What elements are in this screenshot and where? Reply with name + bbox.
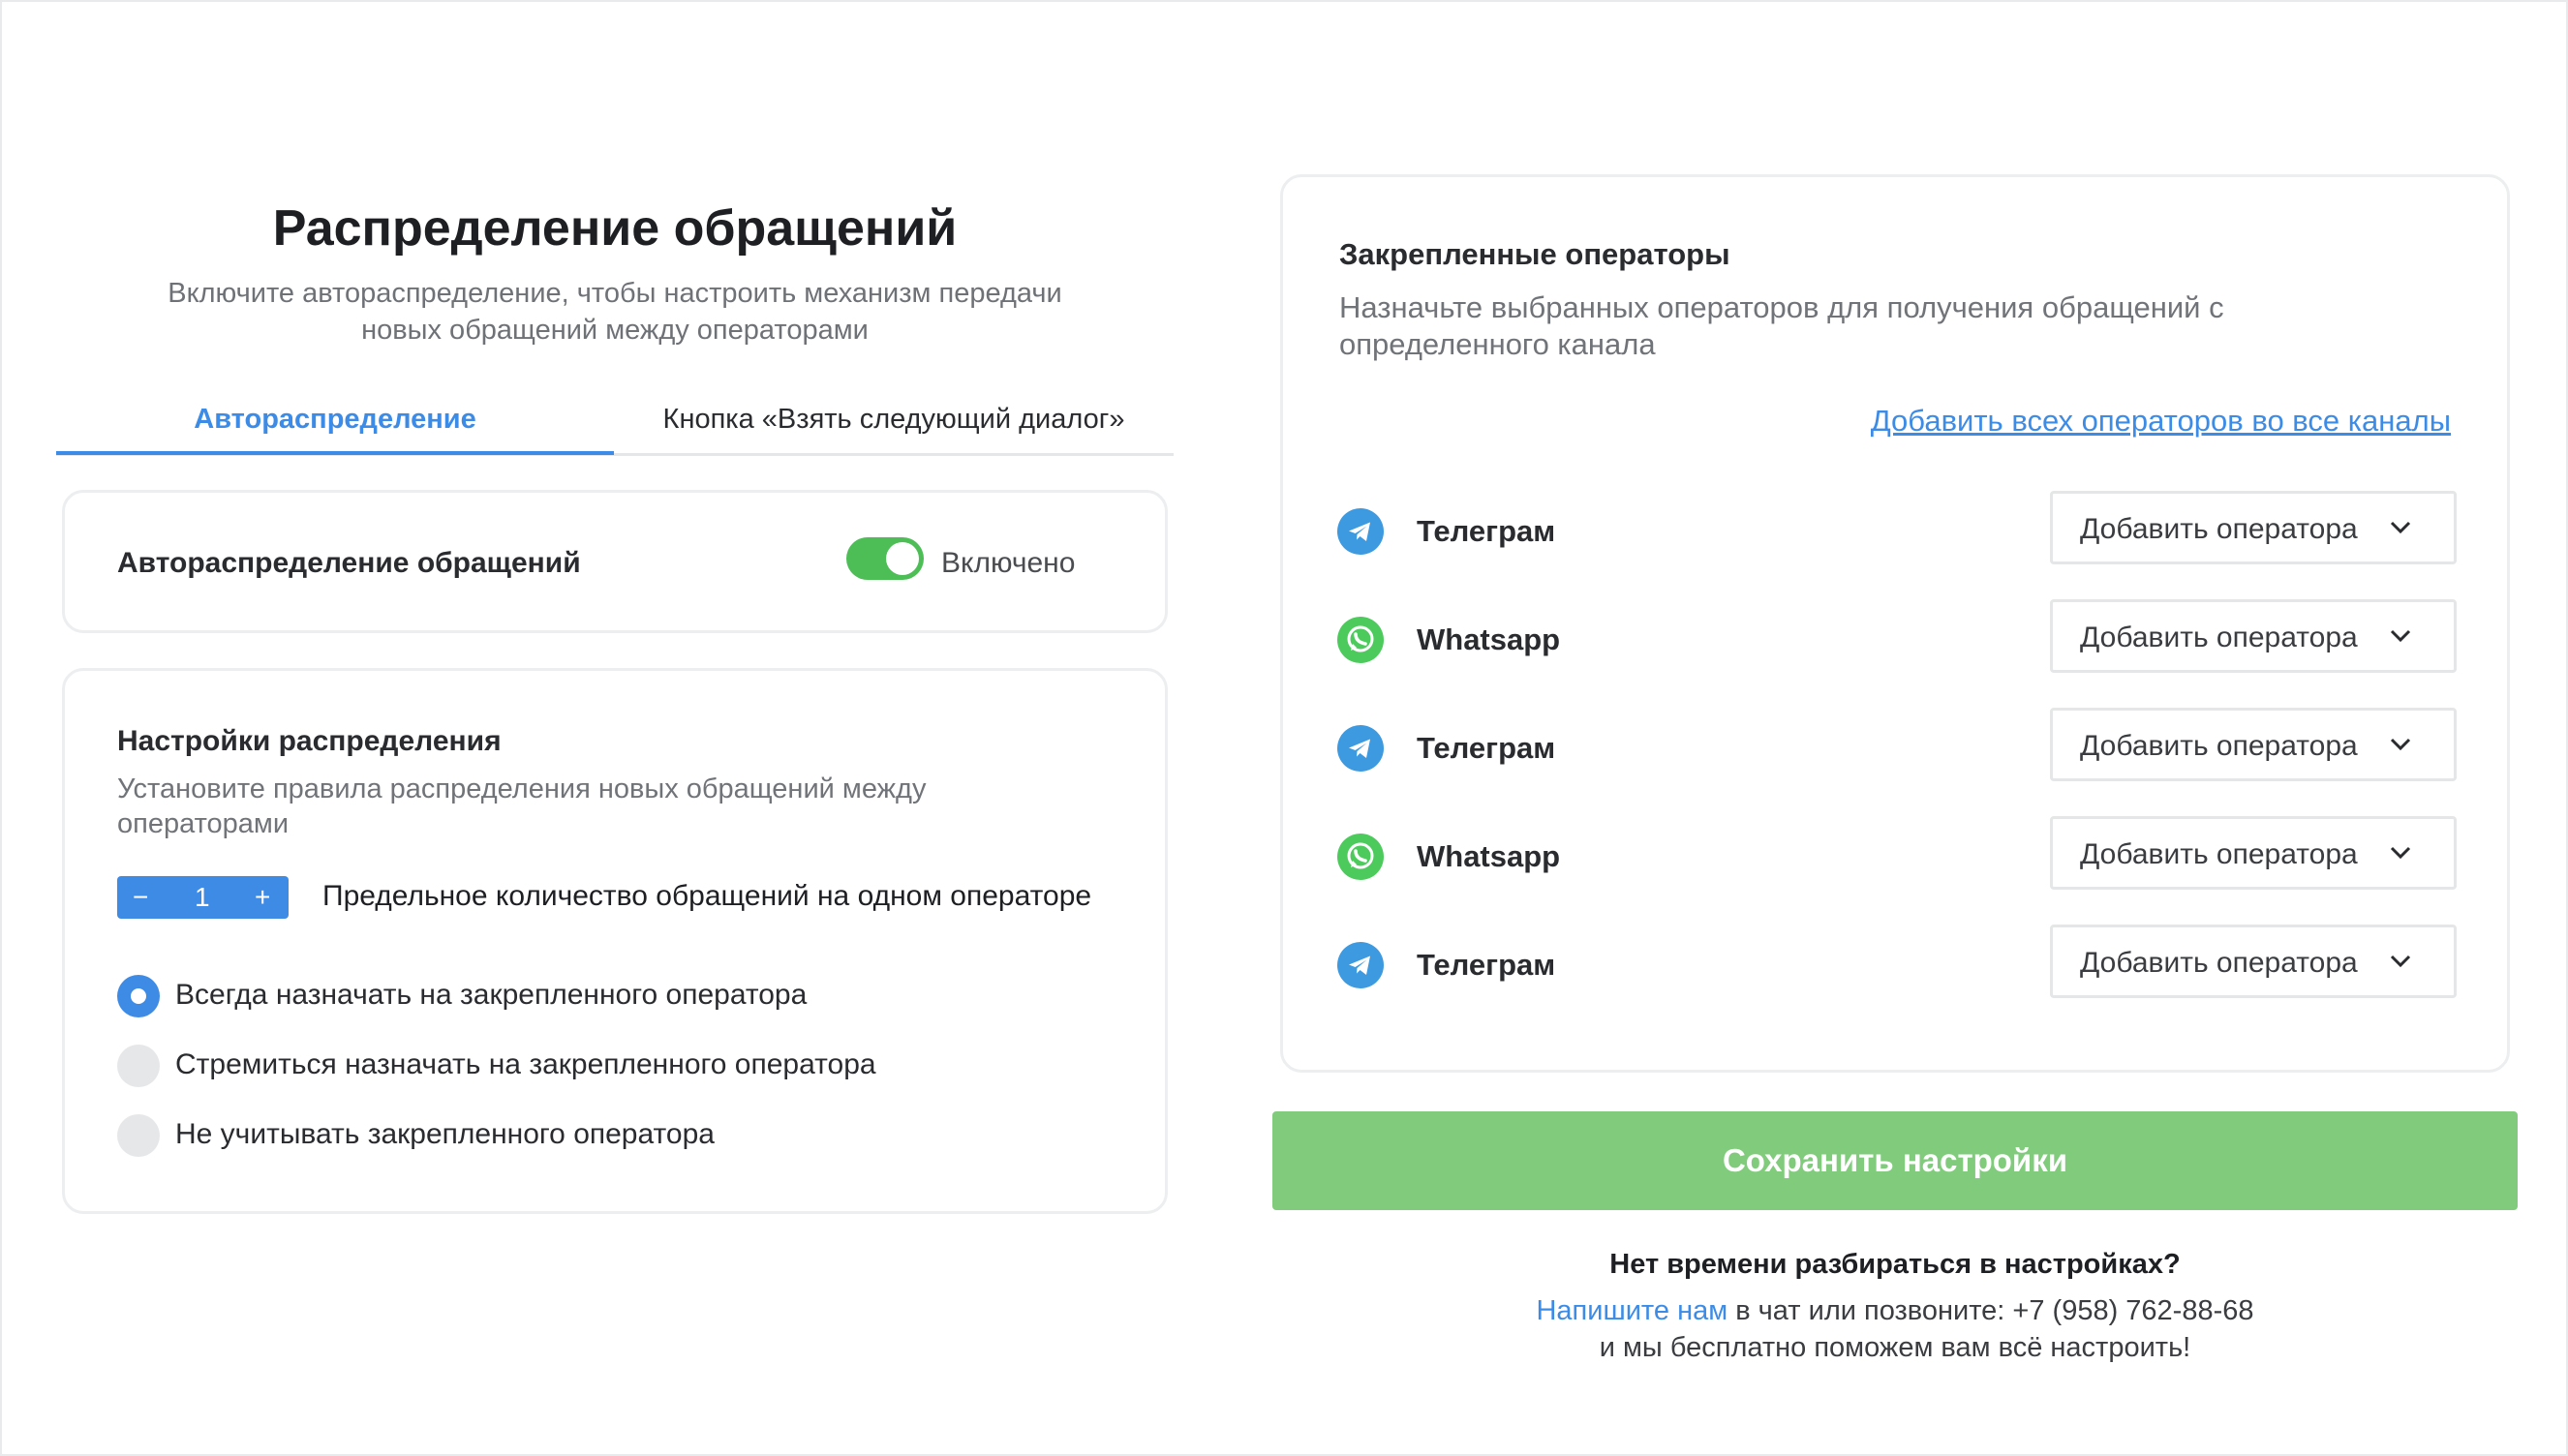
pinned-operators-description: Назначьте выбранных операторов для получ…: [1339, 289, 2404, 363]
limit-stepper: − 1 +: [117, 876, 289, 919]
page-title: Распределение обращений: [272, 200, 958, 257]
pinned-description-line-2: определенного канала: [1339, 327, 1656, 361]
help-title: Нет времени разбираться в настройках?: [1609, 1249, 2181, 1280]
channel-name: Телеграм: [1417, 948, 1556, 982]
add-operator-select-label: Добавить оператора: [2080, 622, 2358, 653]
radio-button[interactable]: [117, 1045, 160, 1087]
telegram-icon: [1337, 725, 1384, 772]
pinned-operators-title: Закрепленные операторы: [1339, 237, 1730, 271]
radio-option-label: Стремиться назначать на закрепленного оп…: [175, 1048, 876, 1080]
stepper-plus-button[interactable]: +: [255, 876, 270, 919]
help-line-2: и мы бесплатно поможем вам всё настроить…: [1599, 1332, 2191, 1363]
channel-name: Телеграм: [1417, 514, 1556, 548]
add-operator-select[interactable]: Добавить оператора: [2050, 599, 2457, 673]
pinned-operators-card: Закрепленные операторы Назначьте выбранн…: [1280, 174, 2510, 1073]
chevron-down-icon: [2390, 629, 2411, 643]
distribution-settings-card: Настройки распределения Установите прави…: [62, 668, 1168, 1214]
autodistribution-toggle[interactable]: [846, 537, 924, 580]
toggle-knob: [886, 542, 919, 575]
add-operator-select[interactable]: Добавить оператора: [2050, 925, 2457, 998]
add-all-operators-link[interactable]: Добавить всех операторов во все каналы: [1871, 404, 2451, 439]
add-operator-select-label: Добавить оператора: [2080, 947, 2358, 979]
channel-row-whatsapp: Whatsapp Добавить оператора: [1337, 599, 2457, 677]
add-operator-select-label: Добавить оператора: [2080, 838, 2358, 870]
add-operator-select[interactable]: Добавить оператора: [2050, 708, 2457, 781]
channel-name: Whatsapp: [1417, 622, 1561, 656]
tab-autodistribution[interactable]: Автораспределение: [56, 395, 614, 455]
channel-name: Телеграм: [1417, 731, 1556, 765]
help-line-1: Напишите нам в чат или позвоните: +7 (95…: [1272, 1295, 2518, 1327]
radio-option-label: Всегда назначать на закрепленного операт…: [175, 979, 808, 1011]
add-operator-select[interactable]: Добавить оператора: [2050, 816, 2457, 890]
chevron-down-icon: [2390, 738, 2411, 751]
channel-row-telegram: Телеграм Добавить оператора: [1337, 708, 2457, 785]
whatsapp-icon: [1337, 617, 1384, 663]
page-subtitle-line-1: Включите автораспределение, чтобы настро…: [168, 278, 1062, 309]
page-subtitle: Включите автораспределение, чтобы настро…: [136, 275, 1094, 349]
stepper-value[interactable]: 1: [195, 876, 210, 919]
settings-description: Установите правила распределения новых о…: [117, 772, 1047, 841]
page-subtitle-line-2: новых обращений между операторами: [361, 315, 869, 346]
save-settings-button[interactable]: Сохранить настройки: [1272, 1111, 2518, 1210]
tabs: Автораспределение Кнопка «Взять следующи…: [56, 395, 1174, 456]
channel-row-telegram: Телеграм Добавить оператора: [1337, 925, 2457, 1002]
settings-title: Настройки распределения: [117, 725, 502, 757]
limit-label: Предельное количество обращений на одном…: [322, 880, 1092, 912]
stepper-minus-button[interactable]: −: [133, 876, 148, 919]
add-operator-select-label: Добавить оператора: [2080, 730, 2358, 762]
settings-description-line-1: Установите правила распределения новых о…: [117, 774, 927, 804]
autodistribution-card: Автораспределение обращений Включено: [62, 490, 1168, 633]
channel-row-telegram: Телеграм Добавить оператора: [1337, 491, 2457, 568]
channel-row-whatsapp: Whatsapp Добавить оператора: [1337, 816, 2457, 894]
telegram-icon: [1337, 942, 1384, 988]
radio-button[interactable]: [117, 1114, 160, 1157]
tab-next-dialog-button[interactable]: Кнопка «Взять следующий диалог»: [614, 395, 1174, 453]
chevron-down-icon: [2390, 955, 2411, 968]
channel-name: Whatsapp: [1417, 839, 1561, 873]
chevron-down-icon: [2390, 846, 2411, 860]
toggle-state-label: Включено: [941, 547, 1076, 579]
add-operator-select[interactable]: Добавить оператора: [2050, 491, 2457, 564]
radio-button-checked[interactable]: [117, 975, 160, 1017]
chevron-down-icon: [2390, 521, 2411, 534]
radio-option-label: Не учитывать закрепленного оператора: [175, 1118, 715, 1150]
add-operator-select-label: Добавить оператора: [2080, 513, 2358, 545]
contact-us-link[interactable]: Напишите нам: [1536, 1295, 1727, 1326]
autodistribution-label: Автораспределение обращений: [117, 547, 581, 579]
settings-description-line-2: операторами: [117, 808, 290, 839]
whatsapp-icon: [1337, 834, 1384, 880]
help-line-1-text: в чат или позвоните: +7 (958) 762-88-68: [1727, 1295, 2254, 1326]
telegram-icon: [1337, 508, 1384, 555]
pinned-description-line-1: Назначьте выбранных операторов для получ…: [1339, 290, 2224, 324]
